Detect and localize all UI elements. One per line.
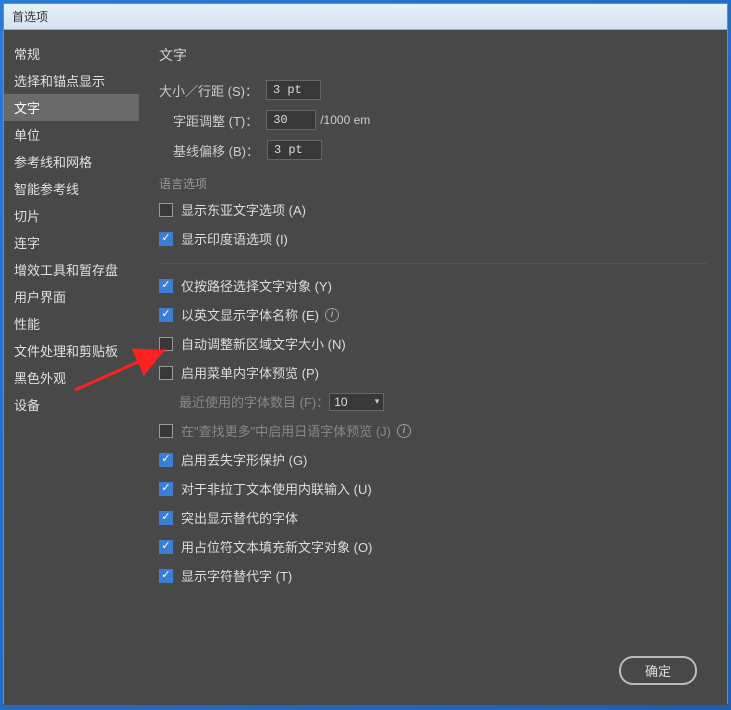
sidebar-item-devices[interactable]: 设备 [4,391,139,418]
window-titlebar: 首选项 [4,4,727,30]
cb-label-placeholder-fill: 用占位符文本填充新文字对象 (O) [181,537,372,556]
tracking-row: 字距调整 (T)： 30 /1000 em [159,110,707,130]
cb-row-show-alt-glyphs: 显示字符替代字 (T) [159,566,707,585]
language-section: 语言选项 显示东亚文字选项 (A) 显示印度语选项 (I) [159,175,707,248]
tracking-input[interactable]: 30 [266,110,316,130]
sidebar-item-guides[interactable]: 参考线和网格 [4,148,139,175]
baseline-input[interactable]: 3 pt [267,140,322,160]
panel-title: 文字 [159,45,707,65]
cb-label-inline-input: 对于非拉丁文本使用内联输入 (U) [181,479,372,498]
checkbox-english-fonts[interactable] [159,308,173,322]
cb-row-glyph-protect: 启用丢失字形保护 (G) [159,450,707,469]
sidebar: 常规 选择和锚点显示 文字 单位 参考线和网格 智能参考线 切片 连字 增效工具… [4,30,139,705]
recent-fonts-row: 最近使用的字体数目 (F)： 10 ▾ [159,392,707,411]
cb-row-jp-preview: 在"查找更多"中启用日语字体预览 (J) i [159,421,707,440]
tracking-label: 字距调整 (T)： [173,111,258,130]
info-icon[interactable]: i [397,424,411,438]
sidebar-item-black[interactable]: 黑色外观 [4,364,139,391]
size-label: 大小／行距 (S)： [159,81,258,100]
checkbox-auto-size[interactable] [159,337,173,351]
info-icon[interactable]: i [325,308,339,322]
tracking-unit: /1000 em [320,113,370,127]
ok-button[interactable]: 确定 [619,656,697,685]
cb-row-menu-preview: 启用菜单内字体预览 (P) [159,363,707,382]
cb-label-highlight-alt: 突出显示替代的字体 [181,508,298,527]
cb-label-menu-preview: 启用菜单内字体预览 (P) [181,363,319,382]
recent-fonts-value: 10 [334,395,347,409]
sidebar-item-file-clipboard[interactable]: 文件处理和剪贴板 [4,337,139,364]
checkbox-east-asian[interactable] [159,203,173,217]
cb-label-path-select: 仅按路径选择文字对象 (Y) [181,276,332,295]
sidebar-item-ui[interactable]: 用户界面 [4,283,139,310]
cb-label-english-fonts: 以英文显示字体名称 (E) [181,305,319,324]
checkbox-show-alt-glyphs[interactable] [159,569,173,583]
cb-row-highlight-alt: 突出显示替代的字体 [159,508,707,527]
cb-label-east-asian: 显示东亚文字选项 (A) [181,200,306,219]
cb-label-jp-preview: 在"查找更多"中启用日语字体预览 (J) [181,421,391,440]
baseline-label: 基线偏移 (B)： [173,141,259,160]
sidebar-item-hyphen[interactable]: 连字 [4,229,139,256]
cb-row-inline-input: 对于非拉丁文本使用内联输入 (U) [159,479,707,498]
window-title: 首选项 [12,10,48,24]
cb-row-english-fonts: 以英文显示字体名称 (E) i [159,305,707,324]
checkbox-path-select[interactable] [159,279,173,293]
separator [159,263,707,264]
cb-row-auto-size: 自动调整新区域文字大小 (N) [159,334,707,353]
checkbox-inline-input[interactable] [159,482,173,496]
cb-label-auto-size: 自动调整新区域文字大小 (N) [181,334,346,353]
sidebar-item-type[interactable]: 文字 [4,94,139,121]
checkbox-indic[interactable] [159,232,173,246]
button-row: 确定 [619,656,697,685]
checkbox-menu-preview[interactable] [159,366,173,380]
checkbox-highlight-alt[interactable] [159,511,173,525]
cb-row-indic: 显示印度语选项 (I) [159,229,707,248]
size-input[interactable]: 3 pt [266,80,321,100]
baseline-row: 基线偏移 (B)： 3 pt [159,140,707,160]
cb-row-placeholder-fill: 用占位符文本填充新文字对象 (O) [159,537,707,556]
sidebar-item-plugins[interactable]: 增效工具和暂存盘 [4,256,139,283]
cb-label-indic: 显示印度语选项 (I) [181,229,288,248]
chevron-down-icon: ▾ [375,396,380,407]
sidebar-item-selection[interactable]: 选择和锚点显示 [4,67,139,94]
sidebar-item-units[interactable]: 单位 [4,121,139,148]
sidebar-item-slices[interactable]: 切片 [4,202,139,229]
sidebar-item-performance[interactable]: 性能 [4,310,139,337]
recent-fonts-label: 最近使用的字体数目 (F)： [179,392,329,411]
cb-label-glyph-protect: 启用丢失字形保护 (G) [181,450,307,469]
cb-row-path-select: 仅按路径选择文字对象 (Y) [159,276,707,295]
sidebar-item-general[interactable]: 常规 [4,40,139,67]
size-row: 大小／行距 (S)： 3 pt [159,80,707,100]
cb-row-east-asian: 显示东亚文字选项 (A) [159,200,707,219]
checkbox-glyph-protect[interactable] [159,453,173,467]
checkbox-jp-preview[interactable] [159,424,173,438]
cb-label-show-alt-glyphs: 显示字符替代字 (T) [181,566,292,585]
recent-fonts-select[interactable]: 10 ▾ [329,393,384,411]
content-area: 常规 选择和锚点显示 文字 单位 参考线和网格 智能参考线 切片 连字 增效工具… [4,30,727,705]
checkbox-placeholder-fill[interactable] [159,540,173,554]
sidebar-item-smart-guides[interactable]: 智能参考线 [4,175,139,202]
language-section-title: 语言选项 [159,175,707,192]
main-panel: 文字 大小／行距 (S)： 3 pt 字距调整 (T)： 30 /1000 em… [139,30,727,705]
preferences-window: 首选项 常规 选择和锚点显示 文字 单位 参考线和网格 智能参考线 切片 连字 … [3,3,728,704]
